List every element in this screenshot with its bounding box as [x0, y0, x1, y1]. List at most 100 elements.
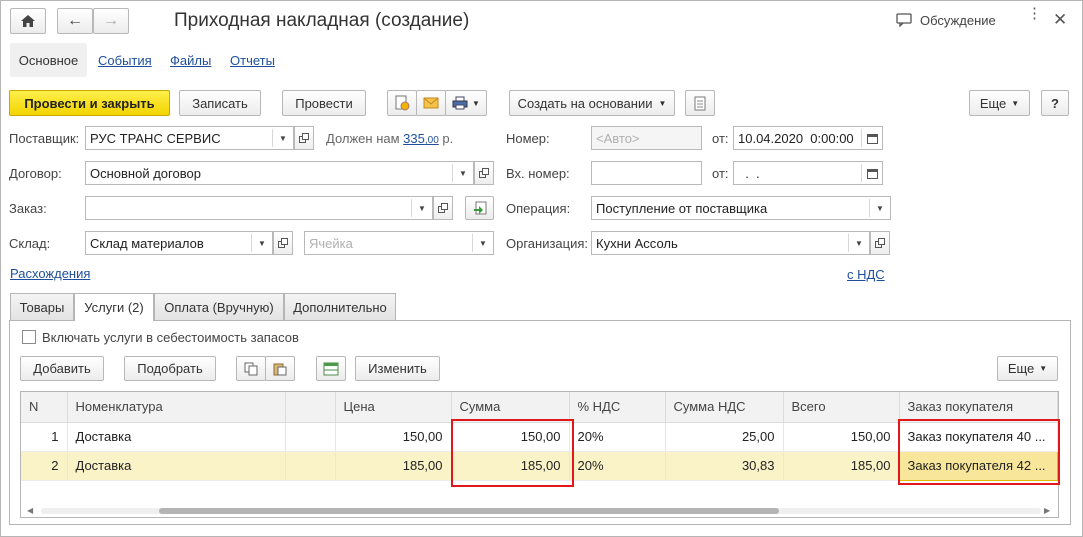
chevron-down-icon: ▼: [658, 98, 667, 108]
arrow-right-icon: →: [103, 12, 119, 29]
calendar-icon[interactable]: [862, 127, 882, 149]
row-nomenclature[interactable]: Доставка: [67, 451, 286, 481]
in-number-field[interactable]: [591, 161, 702, 185]
org-field[interactable]: Кухни Ассоль ▼: [591, 231, 870, 255]
supplier-open-button[interactable]: [294, 126, 314, 150]
scroll-right-icon[interactable]: ▶: [1044, 506, 1050, 515]
col-n[interactable]: N: [21, 392, 68, 423]
chevron-down-icon[interactable]: ▼: [849, 232, 869, 254]
cell-field[interactable]: Ячейка ▼: [304, 231, 494, 255]
discrepancies-link[interactable]: Расхождения: [10, 266, 90, 281]
col-sum[interactable]: Сумма: [451, 392, 570, 423]
copy-button[interactable]: [236, 356, 266, 381]
row-vat-rate[interactable]: 20%: [569, 422, 666, 452]
calendar-icon[interactable]: [862, 162, 882, 184]
row-n[interactable]: 1: [21, 422, 68, 452]
home-button[interactable]: [10, 8, 46, 34]
discussion-link[interactable]: Обсуждение: [920, 13, 996, 28]
row-extra[interactable]: [285, 451, 336, 481]
order-field[interactable]: ▼: [85, 196, 433, 220]
date-field[interactable]: 10.04.2020 0:00:00: [733, 126, 883, 150]
copy-icon: [244, 362, 258, 375]
chevron-down-icon[interactable]: ▼: [273, 127, 293, 149]
warehouse-open-button[interactable]: [273, 231, 293, 255]
tab-payment[interactable]: Оплата (Вручную): [154, 293, 284, 320]
include-cost-checkbox[interactable]: [22, 330, 36, 344]
row-extra[interactable]: [285, 422, 336, 452]
nav-tab-main[interactable]: Основное: [10, 43, 87, 77]
operation-label: Операция:: [506, 201, 571, 216]
supplier-field[interactable]: РУС ТРАНС СЕРВИС ▼: [85, 126, 294, 150]
document-clock-icon: [395, 95, 410, 111]
row-vat-rate[interactable]: 20%: [569, 451, 666, 481]
row-total[interactable]: 150,00: [783, 422, 900, 452]
col-vat-sum[interactable]: Сумма НДС: [665, 392, 784, 423]
pick-button[interactable]: Подобрать: [124, 356, 216, 381]
chevron-down-icon[interactable]: ▼: [412, 197, 432, 219]
report-button[interactable]: [685, 90, 715, 116]
nav-tab-events[interactable]: События: [98, 53, 152, 68]
row-nomenclature[interactable]: Доставка: [67, 422, 286, 452]
org-open-button[interactable]: [870, 231, 890, 255]
number-field[interactable]: <Авто>: [591, 126, 702, 150]
close-icon[interactable]: ✕: [1053, 10, 1067, 30]
row-vat-sum[interactable]: 30,83: [665, 451, 784, 481]
col-price[interactable]: Цена: [335, 392, 452, 423]
supplier-value: РУС ТРАНС СЕРВИС: [90, 130, 221, 146]
print-button[interactable]: ▼: [445, 90, 487, 116]
paste-icon: [273, 363, 287, 375]
row-price[interactable]: 185,00: [335, 451, 452, 481]
forward-button[interactable]: →: [93, 8, 129, 34]
more-button[interactable]: Еще ▼: [969, 90, 1030, 116]
post-and-close-button[interactable]: Провести и закрыть: [9, 90, 170, 116]
post-button[interactable]: Провести: [282, 90, 366, 116]
operation-field[interactable]: Поступление от поставщика ▼: [591, 196, 891, 220]
order-open-button[interactable]: [433, 196, 453, 220]
row-vat-sum[interactable]: 25,00: [665, 422, 784, 452]
tab-additional[interactable]: Дополнительно: [284, 293, 396, 320]
warehouse-field[interactable]: Склад материалов ▼: [85, 231, 273, 255]
col-vat-rate[interactable]: % НДС: [569, 392, 666, 423]
vat-link[interactable]: с НДС: [847, 267, 885, 282]
change-button[interactable]: Изменить: [355, 356, 440, 381]
help-button[interactable]: ?: [1041, 90, 1069, 116]
save-button[interactable]: Записать: [179, 90, 261, 116]
fill-table-button[interactable]: [316, 356, 346, 381]
row-total[interactable]: 185,00: [783, 451, 900, 481]
nav-tab-reports[interactable]: Отчеты: [230, 53, 275, 68]
scrollbar-thumb[interactable]: [159, 508, 779, 514]
discussion-icon[interactable]: [896, 13, 912, 30]
paste-button[interactable]: [265, 356, 295, 381]
create-based-on-button[interactable]: Создать на основании ▼: [509, 90, 675, 116]
col-total[interactable]: Всего: [783, 392, 900, 423]
nav-tab-files[interactable]: Файлы: [170, 53, 211, 68]
scroll-left-icon[interactable]: ◀: [27, 506, 33, 515]
table-more-button[interactable]: Еще ▼: [997, 356, 1058, 381]
owe-amount-link[interactable]: 335,00: [403, 131, 439, 146]
printer-icon: [452, 96, 468, 110]
row-n[interactable]: 2: [21, 451, 68, 481]
contract-field[interactable]: Основной договор ▼: [85, 161, 474, 185]
col-nomenclature[interactable]: Номенклатура: [67, 392, 286, 423]
add-row-button[interactable]: Добавить: [20, 356, 104, 381]
back-button[interactable]: ←: [57, 8, 93, 34]
more-menu-icon[interactable]: ⋮: [1027, 6, 1042, 21]
fill-order-button[interactable]: [465, 196, 494, 220]
col-extra[interactable]: [285, 392, 336, 423]
chevron-down-icon[interactable]: ▼: [870, 197, 890, 219]
cell-placeholder: Ячейка: [309, 235, 353, 251]
tab-goods[interactable]: Товары: [10, 293, 74, 320]
document-window: ← → Приходная накладная (создание) Обсуж…: [0, 0, 1083, 537]
tab-services[interactable]: Услуги (2): [74, 293, 154, 321]
contract-open-button[interactable]: [474, 161, 494, 185]
email-button[interactable]: [416, 90, 446, 116]
chevron-down-icon[interactable]: ▼: [473, 232, 493, 254]
attach-file-button[interactable]: [387, 90, 417, 116]
horizontal-scrollbar[interactable]: [41, 508, 1041, 514]
row-price[interactable]: 150,00: [335, 422, 452, 452]
in-date-field[interactable]: . .: [733, 161, 883, 185]
chevron-down-icon[interactable]: ▼: [252, 232, 272, 254]
chevron-down-icon[interactable]: ▼: [453, 162, 473, 184]
col-customer-order[interactable]: Заказ покупателя: [899, 392, 1058, 423]
in-number-label: Вх. номер:: [506, 166, 570, 181]
